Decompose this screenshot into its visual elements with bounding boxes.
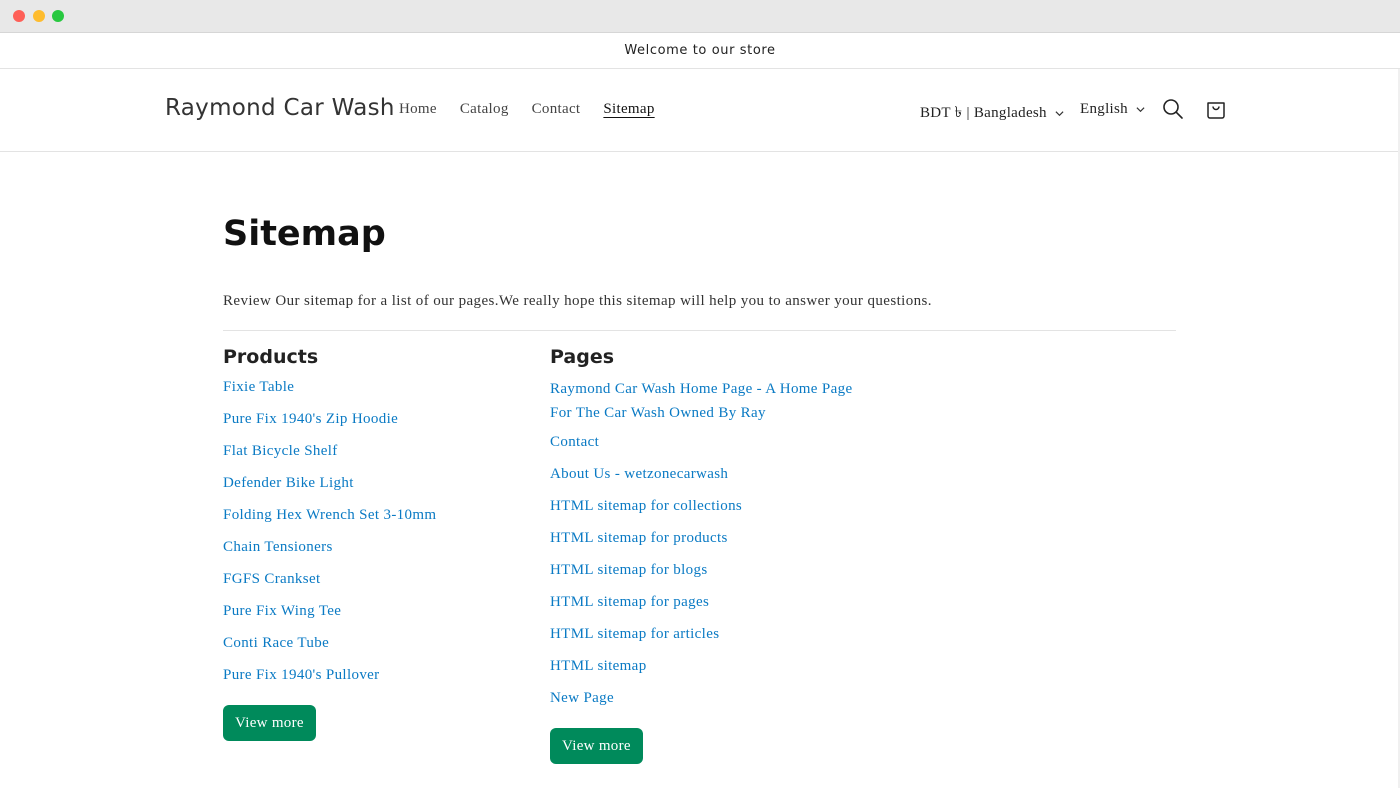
announcement-bar: Welcome to our store xyxy=(0,32,1400,69)
product-link[interactable]: Chain Tensioners xyxy=(223,539,333,555)
page-link[interactable]: HTML sitemap for articles xyxy=(550,626,719,642)
list-item: About Us - wetzonecarwash xyxy=(550,464,870,484)
announcement-text: Welcome to our store xyxy=(624,42,776,58)
sitemap-intro: Review Our sitemap for a list of our pag… xyxy=(223,293,932,309)
divider xyxy=(223,330,1176,331)
products-section: Products Fixie Table Pure Fix 1940's Zip… xyxy=(223,346,523,741)
page-link[interactable]: Raymond Car Wash Home Page - A Home Page… xyxy=(550,377,870,425)
page-link[interactable]: Contact xyxy=(550,434,599,450)
products-view-more-button[interactable]: View more xyxy=(223,705,316,741)
list-item: HTML sitemap for collections xyxy=(550,496,870,516)
list-item: Folding Hex Wrench Set 3-10mm xyxy=(223,505,523,525)
currency-selector[interactable]: BDT ৳ | Bangladesh xyxy=(920,101,1064,126)
maximize-window-button[interactable] xyxy=(52,10,64,22)
list-item: HTML sitemap for blogs xyxy=(550,560,870,580)
list-item: HTML sitemap for articles xyxy=(550,624,870,644)
product-link[interactable]: Conti Race Tube xyxy=(223,635,329,651)
product-link[interactable]: Folding Hex Wrench Set 3-10mm xyxy=(223,507,436,523)
pages-list: Raymond Car Wash Home Page - A Home Page… xyxy=(550,377,870,708)
product-link[interactable]: Defender Bike Light xyxy=(223,475,354,491)
product-link[interactable]: FGFS Crankset xyxy=(223,571,320,587)
shopping-bag-icon xyxy=(1207,102,1225,119)
products-heading: Products xyxy=(223,346,319,368)
page-title: Sitemap xyxy=(223,214,386,254)
list-item: HTML sitemap for pages xyxy=(550,592,870,612)
list-item: Flat Bicycle Shelf xyxy=(223,441,523,461)
chevron-down-icon xyxy=(1055,111,1064,117)
page-link[interactable]: HTML sitemap xyxy=(550,658,647,674)
list-item: New Page xyxy=(550,688,870,708)
search-icon xyxy=(1163,99,1183,119)
list-item: Contact xyxy=(550,432,870,452)
product-link[interactable]: Pure Fix 1940's Pullover xyxy=(223,667,380,683)
product-link[interactable]: Flat Bicycle Shelf xyxy=(223,443,338,459)
window-titlebar xyxy=(0,0,1400,33)
language-label: English xyxy=(1080,101,1128,117)
store-logo[interactable]: Raymond Car Wash xyxy=(165,95,395,121)
list-item: Raymond Car Wash Home Page - A Home Page… xyxy=(550,377,870,425)
currency-label: BDT ৳ | Bangladesh xyxy=(920,105,1047,121)
nav-home[interactable]: Home xyxy=(399,101,437,118)
list-item: Conti Race Tube xyxy=(223,633,523,653)
page-link[interactable]: HTML sitemap for blogs xyxy=(550,562,708,578)
list-item: Pure Fix 1940's Zip Hoodie xyxy=(223,409,523,429)
product-link[interactable]: Fixie Table xyxy=(223,379,294,395)
minimize-window-button[interactable] xyxy=(33,10,45,22)
chevron-down-icon xyxy=(1136,107,1145,113)
list-item: Pure Fix Wing Tee xyxy=(223,601,523,621)
page-link[interactable]: HTML sitemap for products xyxy=(550,530,728,546)
pages-section: Pages Raymond Car Wash Home Page - A Hom… xyxy=(550,346,870,764)
page-link[interactable]: About Us - wetzonecarwash xyxy=(550,466,728,482)
list-item: FGFS Crankset xyxy=(223,569,523,589)
pages-heading: Pages xyxy=(550,346,615,368)
main-nav: Home Catalog Contact Sitemap xyxy=(399,101,678,118)
site-header: Raymond Car Wash Home Catalog Contact Si… xyxy=(0,69,1400,152)
page-link[interactable]: HTML sitemap for collections xyxy=(550,498,742,514)
pages-view-more-button[interactable]: View more xyxy=(550,728,643,764)
list-item: Defender Bike Light xyxy=(223,473,523,493)
search-button[interactable] xyxy=(1161,97,1185,121)
cart-button[interactable] xyxy=(1204,97,1228,121)
product-link[interactable]: Pure Fix Wing Tee xyxy=(223,603,341,619)
page-link[interactable]: HTML sitemap for pages xyxy=(550,594,709,610)
page-link[interactable]: New Page xyxy=(550,690,614,706)
list-item: Pure Fix 1940's Pullover xyxy=(223,665,523,685)
nav-sitemap[interactable]: Sitemap xyxy=(603,101,654,118)
nav-catalog[interactable]: Catalog xyxy=(460,101,509,118)
list-item: Fixie Table xyxy=(223,377,523,397)
product-link[interactable]: Pure Fix 1940's Zip Hoodie xyxy=(223,411,398,427)
nav-contact[interactable]: Contact xyxy=(532,101,581,118)
close-window-button[interactable] xyxy=(13,10,25,22)
products-list: Fixie Table Pure Fix 1940's Zip Hoodie F… xyxy=(223,377,523,685)
list-item: Chain Tensioners xyxy=(223,537,523,557)
list-item: HTML sitemap for products xyxy=(550,528,870,548)
language-selector[interactable]: English xyxy=(1080,101,1145,118)
list-item: HTML sitemap xyxy=(550,656,870,676)
